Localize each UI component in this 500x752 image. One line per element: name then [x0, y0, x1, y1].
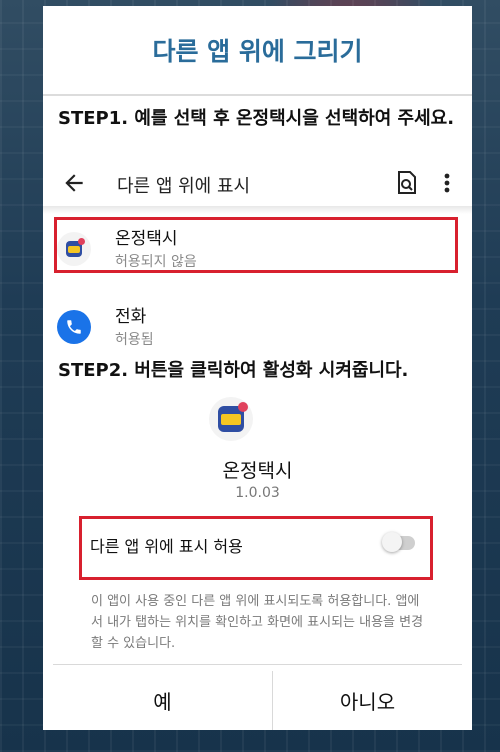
- detail-app-name: 온정택시: [222, 460, 293, 482]
- overlay-permission-label: 다른 앱 위에 표시 허용: [90, 537, 243, 556]
- dialog-title: 다른 앱 위에 그리기: [152, 37, 363, 66]
- app-name: 전화: [115, 307, 147, 327]
- yes-button[interactable]: 예: [53, 673, 272, 728]
- settings-topbar: 다른 앱 위에 표시: [43, 166, 472, 206]
- search-document-icon[interactable]: [395, 170, 419, 196]
- step2-instruction: STEP2. 버튼을 클릭하여 활성화 시켜줍니다.: [58, 360, 409, 381]
- list-item-phone-app[interactable]: 전화 허용됨: [43, 292, 472, 356]
- step1-instruction: STEP1. 예를 선택 후 온정택시을 선택하여 주세요.: [58, 108, 455, 129]
- highlight-box-taxi: [54, 217, 458, 273]
- back-arrow-icon[interactable]: [61, 170, 87, 196]
- title-divider: [43, 94, 472, 96]
- no-button[interactable]: 아니오: [273, 673, 462, 728]
- topbar-shadow: [43, 206, 472, 214]
- permission-dialog: 다른 앱 위에 그리기 STEP1. 예를 선택 후 온정택시을 선택하여 주세…: [43, 6, 472, 730]
- button-divider-horizontal: [53, 664, 462, 665]
- settings-title: 다른 앱 위에 표시: [117, 176, 251, 197]
- phone-icon: [57, 310, 91, 344]
- taxi-app-large-icon: [209, 397, 253, 441]
- detail-app-version: 1.0.03: [235, 485, 280, 501]
- permission-description: 이 앱이 사용 중인 다른 앱 위에 표시되도록 허용합니다. 앱에서 내가 탭…: [91, 594, 424, 651]
- app-permission-status: 허용됨: [115, 332, 154, 348]
- more-vertical-icon[interactable]: [441, 170, 453, 196]
- toggle-knob[interactable]: [382, 532, 402, 552]
